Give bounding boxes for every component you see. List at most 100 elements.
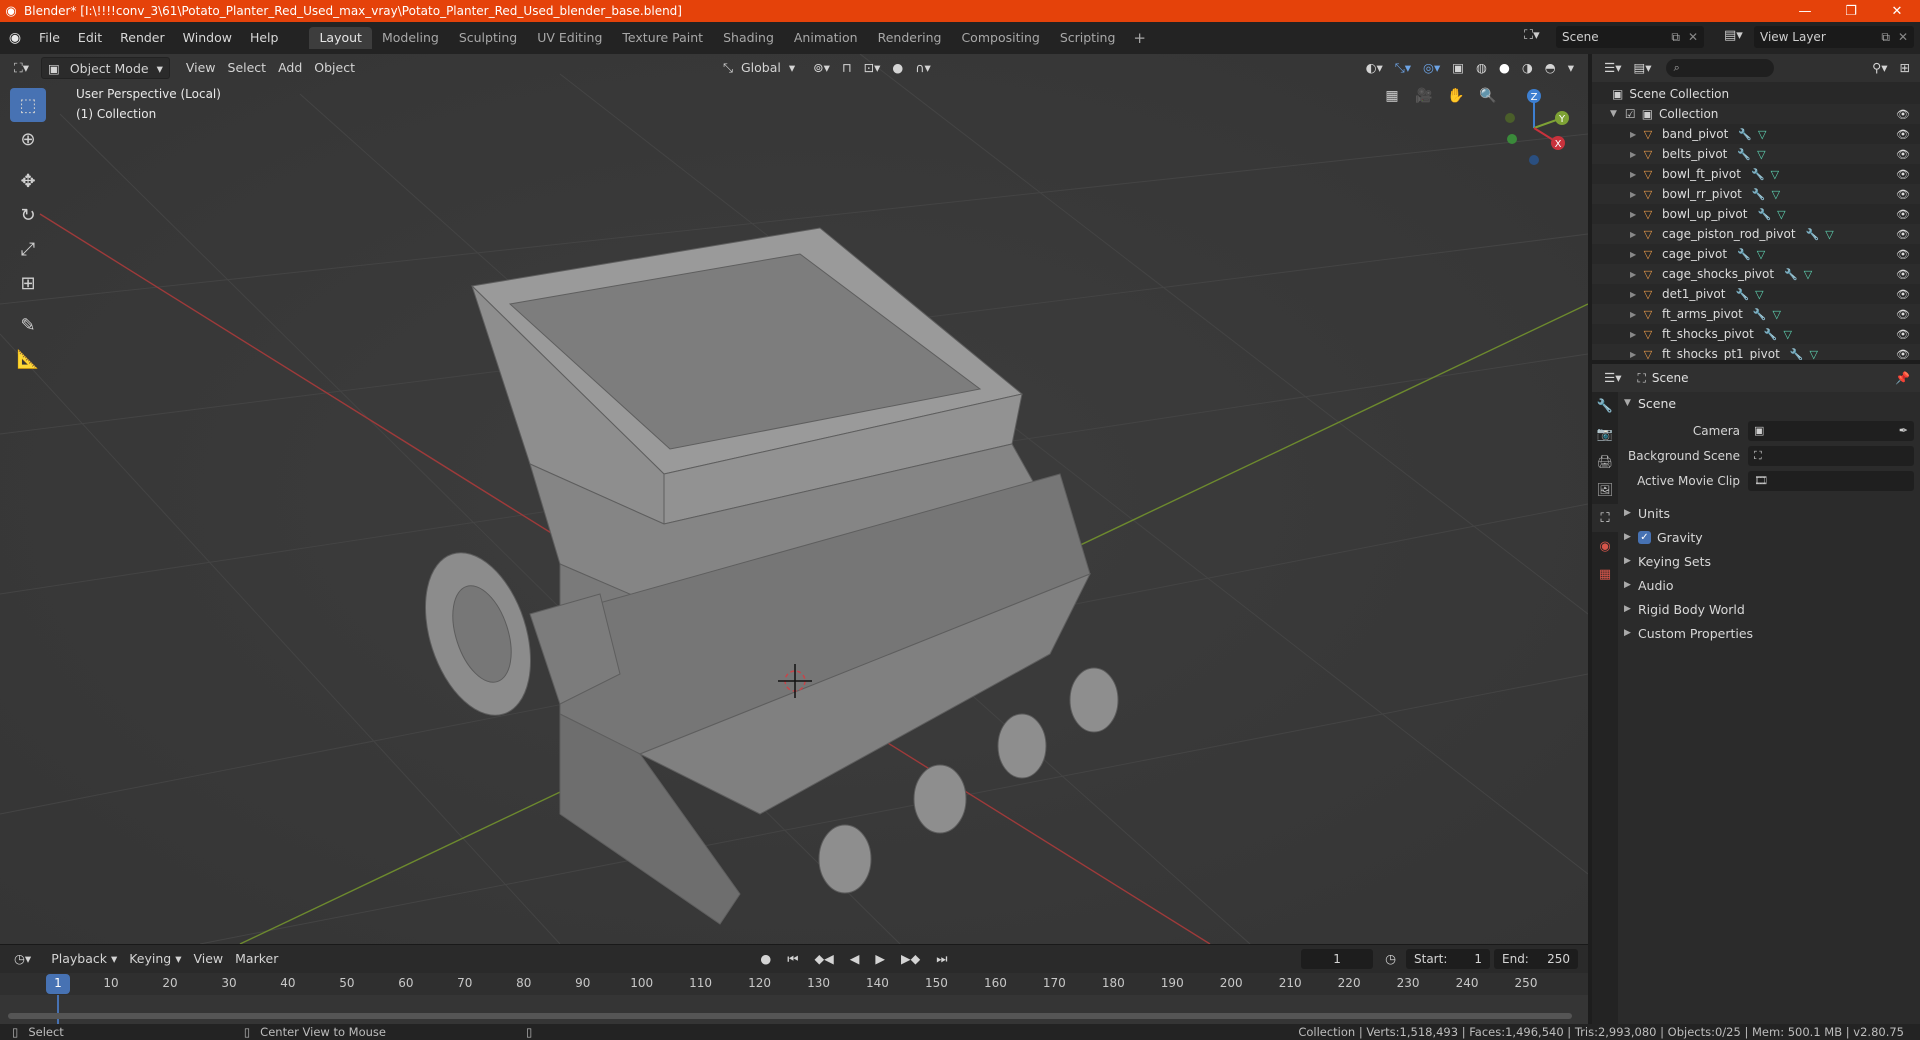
outliner-object-row[interactable]: ▶ ▽ det1_pivot 🔧 ▽ 👁 bbox=[1592, 284, 1920, 304]
current-frame-field[interactable]: 1 bbox=[1301, 949, 1374, 969]
expand-chevron-icon[interactable]: ▼ bbox=[1610, 109, 1617, 119]
outliner-object-row[interactable]: ▶ ▽ bowl_ft_pivot 🔧 ▽ 👁 bbox=[1592, 164, 1920, 184]
custom-properties-panel[interactable]: ▶ Custom Properties bbox=[1618, 621, 1920, 645]
wrench-modifier-icon[interactable]: 🔧 bbox=[1806, 228, 1820, 241]
scene-close-icon[interactable]: ✕ bbox=[1688, 30, 1698, 44]
rendered-shading-icon[interactable]: ◓ bbox=[1539, 57, 1562, 79]
record-icon[interactable]: ● bbox=[754, 948, 777, 970]
pivot-point-icon[interactable]: ⊚▾ bbox=[807, 57, 836, 79]
timeline-track-area[interactable] bbox=[0, 995, 1588, 1025]
eye-icon[interactable]: 👁 bbox=[1896, 168, 1910, 181]
grid-view-icon[interactable]: ▦ bbox=[1380, 84, 1404, 108]
material-shading-icon[interactable]: ◑ bbox=[1516, 57, 1539, 79]
proportional-edit-icon[interactable]: ● bbox=[886, 57, 909, 79]
eyedropper-icon[interactable]: ✒ bbox=[1899, 424, 1908, 437]
move-tool-icon[interactable]: ✥ bbox=[10, 164, 46, 198]
outliner-object-row[interactable]: ▶ ▽ cage_piston_rod_pivot 🔧 ▽ 👁 bbox=[1592, 224, 1920, 244]
visibility-icon[interactable]: ◐▾ bbox=[1360, 57, 1389, 79]
overlay-toggle-icon[interactable]: ◎▾ bbox=[1417, 57, 1446, 79]
expand-chevron-icon[interactable]: ▶ bbox=[1630, 210, 1640, 219]
eye-icon[interactable]: 👁 bbox=[1896, 188, 1910, 201]
mesh-data-icon[interactable]: ▽ bbox=[1757, 248, 1765, 261]
outliner-row-scene-collection[interactable]: ▣ Scene Collection bbox=[1592, 84, 1920, 104]
playback-menu[interactable]: Playback ▾ bbox=[45, 948, 123, 970]
eye-icon[interactable]: 👁 bbox=[1896, 228, 1910, 241]
maximize-button[interactable]: ❐ bbox=[1828, 0, 1874, 22]
outliner-object-row[interactable]: ▶ ▽ belts_pivot 🔧 ▽ 👁 bbox=[1592, 144, 1920, 164]
output-tab-icon[interactable]: 🖨 bbox=[1592, 448, 1618, 476]
tab-rendering[interactable]: Rendering bbox=[868, 27, 952, 49]
mode-dropdown[interactable]: ▣ Object Mode ▾ bbox=[41, 57, 170, 79]
rotate-tool-icon[interactable]: ↻ bbox=[10, 198, 46, 232]
gizmo-toggle-icon[interactable]: ⤡▾ bbox=[1389, 57, 1417, 79]
camera-view-icon[interactable]: 🎥 bbox=[1412, 84, 1436, 108]
transform-tool-icon[interactable]: ⊞ bbox=[10, 266, 46, 300]
expand-chevron-icon[interactable]: ▶ bbox=[1630, 150, 1640, 159]
solid-shading-icon[interactable]: ● bbox=[1493, 57, 1516, 79]
add-workspace-button[interactable]: + bbox=[1125, 29, 1154, 47]
outliner-editor-type-icon[interactable]: ☰▾ bbox=[1598, 57, 1627, 79]
collection-checkbox[interactable]: ☑ bbox=[1625, 107, 1636, 121]
filter-icon[interactable]: ⚲▾ bbox=[1866, 57, 1893, 79]
expand-chevron-icon[interactable]: ▶ bbox=[1630, 290, 1640, 299]
snap-icon[interactable]: ⊓ bbox=[836, 57, 858, 79]
navigation-gizmo[interactable]: Z Y X bbox=[1494, 88, 1574, 168]
wrench-modifier-icon[interactable]: 🔧 bbox=[1737, 148, 1751, 161]
timeline-scrollbar[interactable] bbox=[8, 1013, 1572, 1019]
wrench-modifier-icon[interactable]: 🔧 bbox=[1784, 268, 1798, 281]
wireframe-shading-icon[interactable]: ◍ bbox=[1470, 57, 1493, 79]
play-icon[interactable]: ▶ bbox=[869, 948, 891, 970]
wrench-modifier-icon[interactable]: 🔧 bbox=[1790, 348, 1804, 361]
expand-chevron-icon[interactable]: ▶ bbox=[1630, 330, 1640, 339]
wrench-modifier-icon[interactable]: 🔧 bbox=[1757, 208, 1771, 221]
menu-window[interactable]: Window bbox=[174, 27, 241, 49]
outliner-object-row[interactable]: ▶ ▽ bowl_up_pivot 🔧 ▽ 👁 bbox=[1592, 204, 1920, 224]
mesh-data-icon[interactable]: ▽ bbox=[1804, 268, 1812, 281]
mesh-data-icon[interactable]: ▽ bbox=[1755, 288, 1763, 301]
expand-chevron-icon[interactable]: ▶ bbox=[1630, 130, 1640, 139]
view-layer-close-icon[interactable]: ✕ bbox=[1898, 30, 1908, 44]
timeline-editor-type-icon[interactable]: ◷▾ bbox=[8, 948, 37, 970]
keying-sets-panel[interactable]: ▶ Keying Sets bbox=[1618, 549, 1920, 573]
play-reverse-icon[interactable]: ◀ bbox=[844, 948, 866, 970]
background-scene-field[interactable]: ⛶ bbox=[1748, 445, 1914, 466]
eye-icon[interactable]: 👁 bbox=[1896, 148, 1910, 161]
keying-menu[interactable]: Keying ▾ bbox=[123, 948, 187, 970]
outliner-object-row[interactable]: ▶ ▽ cage_pivot 🔧 ▽ 👁 bbox=[1592, 244, 1920, 264]
eye-icon[interactable]: 👁 bbox=[1896, 108, 1910, 121]
tab-modeling[interactable]: Modeling bbox=[372, 27, 449, 49]
outliner-object-row[interactable]: ▶ ▽ ft_shocks_pt1_pivot 🔧 ▽ 👁 bbox=[1592, 344, 1920, 360]
tab-layout[interactable]: Layout bbox=[309, 27, 372, 49]
outliner-search-input[interactable]: ⌕ bbox=[1665, 59, 1774, 77]
expand-chevron-icon[interactable]: ▶ bbox=[1630, 250, 1640, 259]
menu-render[interactable]: Render bbox=[111, 27, 174, 49]
camera-field[interactable]: ▣ ✒ bbox=[1748, 420, 1914, 441]
measure-tool-icon[interactable]: 📐 bbox=[10, 342, 46, 376]
expand-chevron-icon[interactable]: ▶ bbox=[1630, 230, 1640, 239]
tab-compositing[interactable]: Compositing bbox=[951, 27, 1049, 49]
menu-object[interactable]: Object bbox=[308, 57, 361, 79]
view-layer-copy-icon[interactable]: ⧉ bbox=[1881, 30, 1890, 45]
falloff-icon[interactable]: ∩▾ bbox=[909, 57, 936, 79]
eye-icon[interactable]: 👁 bbox=[1896, 128, 1910, 141]
tab-sculpting[interactable]: Sculpting bbox=[449, 27, 527, 49]
preview-range-icon[interactable]: ◷ bbox=[1379, 948, 1402, 970]
cursor-tool-icon[interactable]: ⊕ bbox=[10, 122, 46, 156]
eye-icon[interactable]: 👁 bbox=[1896, 348, 1910, 361]
wrench-modifier-icon[interactable]: 🔧 bbox=[1751, 168, 1765, 181]
tool-tab-icon[interactable]: 🔧 bbox=[1592, 392, 1618, 420]
scene-copy-icon[interactable]: ⧉ bbox=[1671, 30, 1680, 45]
wrench-modifier-icon[interactable]: 🔧 bbox=[1737, 248, 1751, 261]
end-frame-field[interactable]: End: 250 bbox=[1494, 949, 1578, 969]
timeline-ruler[interactable]: 1 10 20 30 40 50 60 70 80 90 100 110 120 130 140 150 160… bbox=[0, 973, 1588, 995]
outliner-object-row[interactable]: ▶ ▽ ft_shocks_pivot 🔧 ▽ 👁 bbox=[1592, 324, 1920, 344]
outliner-object-row[interactable]: ▶ ▽ ft_arms_pivot 🔧 ▽ 👁 bbox=[1592, 304, 1920, 324]
view-layer-tab-icon[interactable]: 🖼 bbox=[1592, 476, 1618, 504]
scale-tool-icon[interactable]: ⤢ bbox=[10, 232, 46, 266]
expand-chevron-icon[interactable]: ▶ bbox=[1630, 170, 1640, 179]
menu-select[interactable]: Select bbox=[222, 57, 273, 79]
expand-chevron-icon[interactable]: ▶ bbox=[1630, 350, 1640, 359]
start-frame-field[interactable]: Start: 1 bbox=[1406, 949, 1490, 969]
jump-keyframe-back-icon[interactable]: ◆◀ bbox=[809, 948, 840, 970]
rigid-body-world-panel[interactable]: ▶ Rigid Body World bbox=[1618, 597, 1920, 621]
